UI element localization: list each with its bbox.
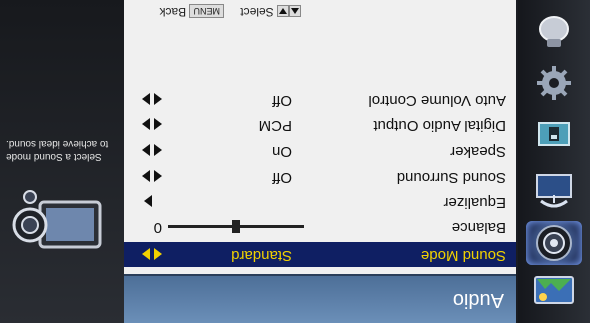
audio-speaker-illustration-icon — [12, 190, 102, 249]
channel-category[interactable] — [526, 167, 582, 211]
page-title: Audio — [452, 289, 504, 311]
select-hint: Select — [240, 5, 301, 19]
menu-item-digital-audio-output[interactable]: Digital Audio Output PCM — [124, 112, 516, 137]
gear-icon — [537, 66, 571, 100]
select-hint-label: Select — [240, 5, 274, 19]
picture-category[interactable] — [526, 269, 582, 313]
menu-item-label: Sound Surround — [396, 169, 506, 186]
picture-icon — [534, 276, 574, 304]
menu-key-icon: MENU — [189, 4, 224, 19]
left-right-arrows-icon[interactable] — [140, 248, 162, 260]
help-category[interactable] — [526, 9, 582, 53]
menu-item-value: Off — [272, 92, 292, 109]
menu-item-sound-mode[interactable]: Sound Mode Standard — [124, 242, 516, 267]
setup-category[interactable] — [526, 61, 582, 105]
menu-item-label: Sound Mode — [420, 247, 506, 264]
up-arrow-key-icon — [289, 5, 301, 18]
chevron-right-icon[interactable] — [144, 195, 152, 207]
menu-item-sound-surround[interactable]: Sound Surround Off — [124, 164, 516, 189]
tv-menu-screen: Audio Sound Mode Standard Balance 0 Equa… — [0, 0, 590, 323]
menu-title-bar: Audio — [124, 274, 516, 323]
down-arrow-key-icon — [277, 5, 289, 18]
category-sidebar — [518, 0, 590, 323]
left-right-arrows-icon[interactable] — [140, 144, 162, 156]
navigation-hint-bar: Select MENU Back — [124, 0, 516, 23]
left-right-arrows-icon[interactable] — [140, 170, 162, 182]
menu-item-value: Standard — [231, 247, 292, 264]
menu-item-balance[interactable]: Balance 0 — [124, 214, 516, 239]
balance-slider[interactable] — [168, 220, 304, 233]
satellite-dish-icon — [536, 174, 572, 208]
menu-item-label: Auto Volume Control — [368, 92, 506, 109]
lock-category[interactable] — [526, 113, 582, 157]
back-hint: MENU Back — [159, 4, 224, 19]
audio-category[interactable] — [526, 221, 582, 265]
balance-value: 0 — [153, 219, 162, 236]
info-panel: Select a Sound mode to achieve ideal sou… — [0, 0, 124, 323]
menu-item-speaker[interactable]: Speaker On — [124, 138, 516, 163]
back-hint-label: Back — [159, 5, 187, 19]
left-right-arrows-icon[interactable] — [140, 93, 162, 105]
menu-item-value: On — [271, 143, 292, 160]
menu-item-value: Off — [272, 169, 292, 186]
menu-item-label: Balance — [451, 219, 506, 236]
left-right-arrows-icon[interactable] — [140, 118, 162, 130]
menu-item-equalizer[interactable]: Equalizer — [124, 189, 516, 214]
speaker-icon — [536, 225, 572, 261]
info-description: Select a Sound mode to achieve ideal sou… — [6, 138, 109, 162]
menu-item-label: Speaker — [450, 143, 506, 160]
slider-thumb[interactable] — [232, 220, 240, 233]
lock-icon — [538, 122, 570, 146]
menu-item-label: Digital Audio Output — [373, 117, 506, 134]
menu-item-auto-volume-control[interactable]: Auto Volume Control Off — [124, 87, 516, 112]
audio-menu-panel: Audio Sound Mode Standard Balance 0 Equa… — [122, 0, 518, 323]
help-icon — [539, 16, 569, 47]
menu-item-value: PCM — [258, 117, 292, 134]
menu-item-label: Equalizer — [443, 194, 506, 211]
